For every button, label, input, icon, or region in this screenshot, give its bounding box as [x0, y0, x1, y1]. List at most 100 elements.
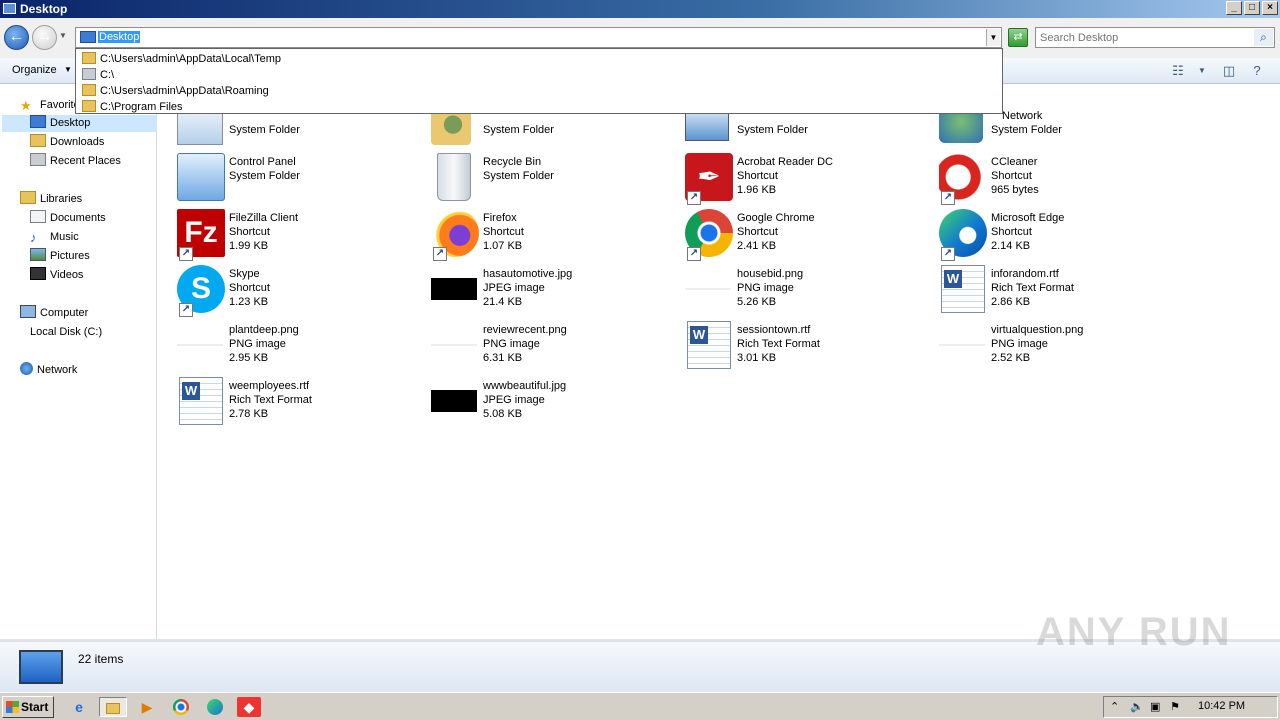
start-button[interactable]: Start: [2, 696, 54, 718]
explorer-taskbar-button[interactable]: [99, 697, 127, 717]
close-button[interactable]: ×: [1262, 1, 1278, 15]
file-item[interactable]: Fz ↗ FileZilla Client Shortcut 1.99 KB: [177, 209, 427, 261]
view-options-icon[interactable]: ☷: [1170, 63, 1186, 79]
anyrun-agent-icon[interactable]: ◆: [237, 697, 261, 717]
control-panel-icon: [177, 153, 225, 201]
file-type: Shortcut: [991, 170, 1032, 182]
file-size: 2.95 KB: [229, 352, 269, 364]
organize-button[interactable]: Organize: [12, 64, 57, 76]
file-size: 2.14 KB: [991, 240, 1031, 252]
show-hidden-icons-icon[interactable]: ⌃: [1110, 700, 1119, 713]
file-name: inforandom.rtf: [991, 268, 1059, 280]
sidebar-item-videos[interactable]: Videos: [30, 267, 83, 284]
user-folder-icon: [431, 111, 471, 145]
file-type: Rich Text Format: [229, 394, 312, 406]
search-box[interactable]: ⌕: [1035, 27, 1275, 48]
computer-icon: [20, 305, 36, 318]
minimize-button[interactable]: _: [1226, 1, 1242, 15]
file-type: PNG image: [229, 338, 286, 350]
file-item[interactable]: ↗ Google Chrome Shortcut 2.41 KB: [685, 209, 935, 261]
sidebar-item-music[interactable]: ♪ Music: [30, 229, 79, 246]
action-center-icon[interactable]: ⚑: [1170, 700, 1180, 713]
file-name: weemployees.rtf: [229, 380, 310, 392]
shortcut-arrow-icon: ↗: [433, 247, 447, 261]
title-bar: Desktop _ □ ×: [0, 0, 1280, 18]
edge-icon[interactable]: [203, 697, 227, 717]
forward-button[interactable]: →: [32, 25, 57, 50]
file-size: 2.86 KB: [991, 296, 1031, 308]
internet-explorer-icon[interactable]: e: [67, 697, 91, 717]
address-value[interactable]: Desktop: [98, 31, 141, 43]
sidebar-item-pictures[interactable]: Pictures: [30, 248, 90, 265]
file-item[interactable]: Recycle Bin System Folder: [431, 153, 681, 205]
sidebar-item-recent-places[interactable]: Recent Places: [30, 153, 121, 170]
file-item[interactable]: ✒ ↗ Acrobat Reader DC Shortcut 1.96 KB: [685, 153, 935, 205]
rtf-document-icon: W: [179, 377, 223, 425]
file-size: 1.96 KB: [737, 184, 777, 196]
chrome-icon[interactable]: [169, 697, 193, 717]
file-size: 6.31 KB: [483, 352, 523, 364]
file-type: JPEG image: [483, 282, 545, 294]
windows-logo-icon: [6, 701, 19, 713]
autocomplete-item[interactable]: C:\Program Files: [82, 99, 183, 115]
search-icon[interactable]: ⌕: [1254, 29, 1273, 46]
autocomplete-item[interactable]: C:\: [82, 67, 114, 83]
file-item[interactable]: reviewrecent.png PNG image 6.31 KB: [431, 321, 681, 373]
explorer-icon: [3, 3, 16, 14]
file-item[interactable]: S ↗ Skype Shortcut 1.23 KB: [177, 265, 427, 317]
address-autocomplete-list: C:\Users\admin\AppData\Local\Temp C:\ C:…: [75, 48, 1003, 114]
file-name: Google Chrome: [737, 212, 815, 224]
file-item[interactable]: Control Panel System Folder: [177, 153, 427, 205]
file-name: wwwbeautiful.jpg: [483, 380, 567, 392]
chevron-down-icon[interactable]: ▼: [1194, 63, 1210, 79]
file-type: PNG image: [991, 338, 1048, 350]
sidebar-item-downloads[interactable]: Downloads: [30, 134, 104, 151]
file-type: Shortcut: [737, 170, 778, 182]
file-item[interactable]: W sessiontown.rtf Rich Text Format 3.01 …: [685, 321, 935, 373]
file-item[interactable]: virtualquestion.png PNG image 2.52 KB: [939, 321, 1189, 373]
chevron-down-icon: ▼: [64, 65, 72, 74]
sidebar-item-label: Pictures: [50, 250, 90, 262]
file-size: 1.23 KB: [229, 296, 269, 308]
maximize-button[interactable]: □: [1244, 1, 1260, 15]
sidebar-item-libraries[interactable]: Libraries: [20, 191, 82, 208]
sidebar-item-network[interactable]: Network: [20, 362, 77, 379]
file-name: Control Panel: [229, 156, 296, 168]
file-type: System Folder: [229, 124, 300, 136]
file-item[interactable]: plantdeep.png PNG image 2.95 KB: [177, 321, 427, 373]
file-type: JPEG image: [483, 394, 545, 406]
media-player-icon[interactable]: ▶: [135, 697, 159, 717]
volume-icon[interactable]: 🔈: [1130, 700, 1144, 713]
sidebar-item-desktop[interactable]: Desktop: [2, 115, 157, 132]
address-dropdown-button[interactable]: ▼: [986, 29, 1000, 46]
file-item[interactable]: ↗ Firefox Shortcut 1.07 KB: [431, 209, 681, 261]
refresh-button[interactable]: ⇄: [1008, 28, 1028, 47]
sidebar-item-computer[interactable]: Computer: [20, 305, 88, 322]
file-item[interactable]: ↗ Microsoft Edge Shortcut 2.14 KB: [939, 209, 1189, 261]
clock[interactable]: 10:42 PM: [1198, 700, 1245, 712]
file-list: System Folder System Folder System Folde…: [160, 85, 1280, 639]
file-item[interactable]: wwwbeautiful.jpg JPEG image 5.08 KB: [431, 377, 681, 429]
recent-pages-button[interactable]: ▼: [59, 31, 67, 40]
file-item[interactable]: housebid.png PNG image 5.26 KB: [685, 265, 935, 317]
preview-pane-icon[interactable]: ◫: [1221, 63, 1237, 79]
file-item[interactable]: W inforandom.rtf Rich Text Format 2.86 K…: [939, 265, 1189, 317]
file-item[interactable]: W weemployees.rtf Rich Text Format 2.78 …: [177, 377, 427, 429]
start-label: Start: [21, 700, 49, 714]
back-button[interactable]: ←: [4, 25, 29, 50]
sidebar-item-documents[interactable]: Documents: [30, 210, 106, 227]
file-name: FileZilla Client: [229, 212, 299, 224]
jpeg-thumbnail-icon: [431, 278, 477, 300]
help-icon[interactable]: ?: [1249, 63, 1265, 79]
search-input[interactable]: [1040, 30, 1250, 45]
file-name: Microsoft Edge: [991, 212, 1065, 224]
file-item[interactable]: ↗ CCleaner Shortcut 965 bytes: [939, 153, 1189, 205]
network-tray-icon[interactable]: ▣: [1150, 700, 1160, 713]
file-item[interactable]: hasautomotive.jpg JPEG image 21.4 KB: [431, 265, 681, 317]
sidebar-item-local-disk[interactable]: Local Disk (C:): [30, 324, 102, 341]
autocomplete-item[interactable]: C:\Users\admin\AppData\Local\Temp: [82, 51, 281, 67]
address-bar[interactable]: Desktop ▼: [75, 27, 1002, 48]
autocomplete-item[interactable]: C:\Users\admin\AppData\Roaming: [82, 83, 269, 99]
recent-places-icon: [30, 153, 46, 166]
network-icon: [20, 362, 33, 375]
